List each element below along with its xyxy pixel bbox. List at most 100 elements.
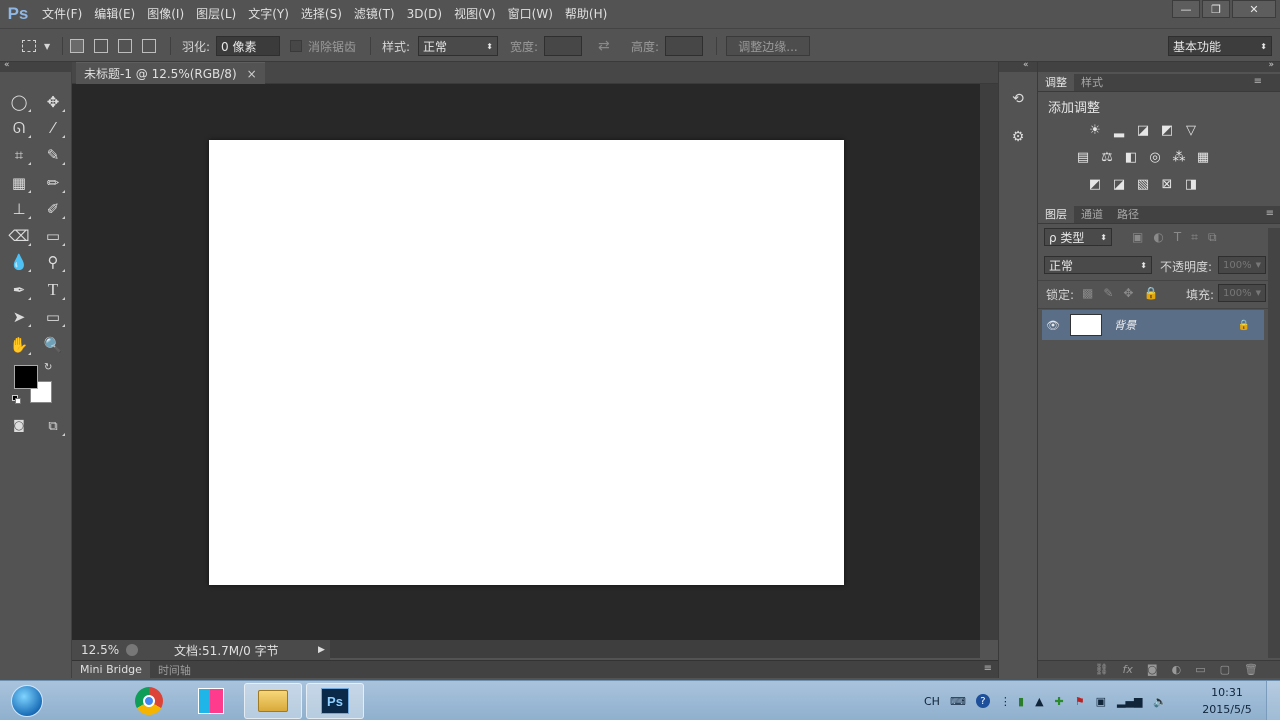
device-icon[interactable]: ▣	[1096, 695, 1106, 708]
type-tool-icon[interactable]: T	[40, 279, 66, 301]
hand-tool-icon[interactable]: ✋	[6, 334, 32, 356]
rectangle-tool-icon[interactable]: ▭	[40, 306, 66, 328]
path-selection-tool-icon[interactable]: ➤	[6, 306, 32, 328]
lock-transparency-icon[interactable]: ▩	[1082, 286, 1093, 300]
menu-window[interactable]: 窗口(W)	[502, 0, 559, 28]
color-lookup-icon[interactable]: ▦	[1194, 149, 1212, 165]
antialias-checkbox[interactable]	[290, 40, 302, 52]
explorer-taskbar-button[interactable]	[244, 683, 302, 719]
dodge-tool-icon[interactable]: ⚲	[40, 251, 66, 273]
document-canvas[interactable]	[209, 140, 844, 585]
layer-row-background[interactable]: 👁 背景 🔒	[1042, 310, 1264, 340]
app-taskbar-button[interactable]	[182, 683, 240, 719]
tab-mini-bridge[interactable]: Mini Bridge	[72, 660, 150, 679]
fx-icon[interactable]: fx	[1123, 663, 1133, 676]
properties-panel-icon[interactable]: ⚙	[1007, 126, 1029, 148]
menu-select[interactable]: 选择(S)	[295, 0, 348, 28]
tab-paths[interactable]: 路径	[1110, 205, 1146, 223]
pixel-filter-icon[interactable]: ▣	[1132, 230, 1143, 245]
menu-image[interactable]: 图像(I)	[141, 0, 190, 28]
photo-filter-icon[interactable]: ◎	[1146, 149, 1164, 165]
help-icon[interactable]: ?	[975, 694, 990, 708]
crop-tool-icon[interactable]: ⌗	[6, 144, 32, 166]
visibility-eye-icon[interactable]: 👁	[1042, 319, 1064, 332]
language-indicator[interactable]: CH	[924, 695, 940, 708]
menu-3d[interactable]: 3D(D)	[401, 0, 448, 28]
exposure-icon[interactable]: ◩	[1158, 122, 1176, 138]
expand-arrows-icon[interactable]: «	[1023, 60, 1029, 70]
screen-mode-icon[interactable]: ⧉	[40, 415, 66, 437]
flag-icon[interactable]: ⚑	[1075, 695, 1085, 708]
style-select[interactable]: 正常 ⬍	[418, 36, 498, 56]
chrome-taskbar-button[interactable]	[120, 683, 178, 719]
add-mask-icon[interactable]: ◙	[1147, 663, 1158, 676]
restore-button[interactable]: ❐	[1202, 0, 1230, 18]
color-balance-icon[interactable]: ⚖	[1098, 149, 1116, 165]
threshold-icon[interactable]: ▧	[1134, 176, 1152, 192]
menu-layer[interactable]: 图层(L)	[190, 0, 242, 28]
levels-icon[interactable]: ▂	[1110, 122, 1128, 138]
layer-name[interactable]: 背景	[1114, 317, 1136, 333]
panel-menu-icon[interactable]: ≡	[1254, 76, 1262, 87]
collapse-arrows-icon[interactable]: «	[4, 60, 10, 70]
keyboard-icon[interactable]: ⌨	[950, 695, 966, 708]
security-icon[interactable]: ✚	[1055, 695, 1064, 708]
menu-file[interactable]: 文件(F)	[36, 0, 88, 28]
new-adjustment-icon[interactable]: ◐	[1172, 663, 1182, 676]
swap-colors-icon[interactable]: ↻	[44, 362, 52, 373]
show-desktop-button[interactable]	[1266, 681, 1280, 720]
tab-adjustments[interactable]: 调整	[1038, 73, 1074, 91]
smart-object-filter-icon[interactable]: ⧉	[1208, 230, 1217, 245]
play-arrow-icon[interactable]: ▶	[318, 645, 325, 655]
spot-healing-tool-icon[interactable]: ▦	[6, 172, 32, 194]
zoom-level[interactable]: 12.5%	[72, 643, 122, 657]
quick-mask-icon[interactable]: ◙	[6, 414, 32, 436]
new-layer-icon[interactable]: ▢	[1220, 663, 1230, 676]
selective-color-icon[interactable]: ⊠	[1158, 176, 1176, 192]
quick-selection-tool-icon[interactable]: ⁄	[40, 117, 66, 139]
close-icon[interactable]: ×	[247, 67, 257, 81]
menu-filter[interactable]: 滤镜(T)	[348, 0, 401, 28]
elliptical-marquee-tool-icon[interactable]: ◯	[6, 91, 32, 113]
tab-channels[interactable]: 通道	[1074, 205, 1110, 223]
gradient-map-icon[interactable]: ◨	[1182, 176, 1200, 192]
start-button[interactable]	[4, 683, 50, 719]
lock-all-icon[interactable]: 🔒	[1143, 286, 1158, 300]
move-tool-icon[interactable]: ✥	[40, 91, 66, 113]
menu-type[interactable]: 文字(Y)	[242, 0, 295, 28]
menu-edit[interactable]: 编辑(E)	[88, 0, 141, 28]
menu-view[interactable]: 视图(V)	[448, 0, 502, 28]
minimize-button[interactable]: —	[1172, 0, 1200, 18]
channel-mixer-icon[interactable]: ⁂	[1170, 149, 1188, 165]
lock-position-icon[interactable]: ✥	[1123, 286, 1133, 300]
history-panel-icon[interactable]: ⟲	[1007, 88, 1029, 110]
layers-scrollbar[interactable]	[1268, 228, 1280, 658]
zoom-tool-icon[interactable]: 🔍	[40, 334, 66, 356]
adjustment-filter-icon[interactable]: ◐	[1153, 230, 1163, 245]
default-colors-icon[interactable]	[12, 395, 22, 405]
blur-tool-icon[interactable]: 💧	[6, 251, 32, 273]
type-filter-icon[interactable]: T	[1174, 230, 1181, 245]
subtract-selection-icon[interactable]	[118, 39, 132, 53]
tool-preset-picker[interactable]: ▼	[22, 29, 50, 63]
tab-timeline[interactable]: 时间轴	[150, 661, 199, 679]
blend-mode-select[interactable]: 正常 ⬍	[1044, 256, 1152, 274]
history-brush-tool-icon[interactable]: ✐	[40, 198, 66, 220]
lock-pixels-icon[interactable]: ✎	[1103, 286, 1113, 300]
fill-input[interactable]: 100% ▼	[1218, 284, 1266, 302]
close-button[interactable]: ✕	[1232, 0, 1276, 18]
clone-stamp-tool-icon[interactable]: ⊥	[6, 198, 32, 220]
panel-menu-icon[interactable]: ≡	[1266, 208, 1274, 219]
panel-menu-icon[interactable]: ≡	[984, 663, 992, 674]
clock[interactable]: 10:31 2015/5/5	[1196, 684, 1258, 718]
collapse-arrows-icon[interactable]: »	[1268, 60, 1274, 70]
opacity-input[interactable]: 100% ▼	[1218, 256, 1266, 274]
show-hidden-icons[interactable]: ▲	[1035, 695, 1043, 708]
shape-filter-icon[interactable]: ⌗	[1191, 230, 1198, 245]
volume-icon[interactable]: 🔈	[1153, 695, 1167, 708]
eyedropper-tool-icon[interactable]: ✎	[40, 144, 66, 166]
horizontal-scrollbar[interactable]	[330, 640, 980, 658]
curves-icon[interactable]: ◪	[1134, 122, 1152, 138]
menu-help[interactable]: 帮助(H)	[559, 0, 613, 28]
trash-icon[interactable]: 🗑	[1244, 663, 1258, 676]
